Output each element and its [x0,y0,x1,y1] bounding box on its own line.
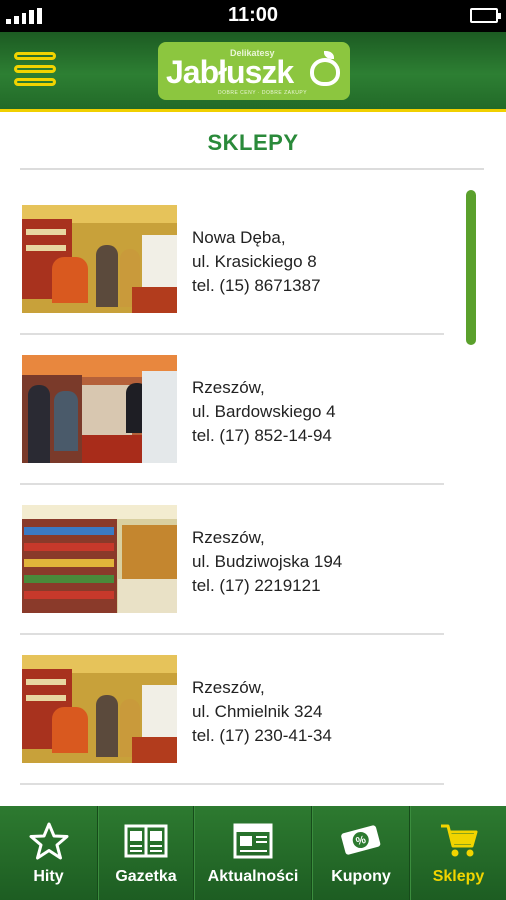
nav-label: Hity [33,868,64,885]
store-street: ul. Budziwojska 194 [192,552,343,571]
nav-item-kupony[interactable]: % Kupony [312,806,410,900]
nav-item-sklepy[interactable]: Sklepy [410,806,506,900]
store-info: Rzeszów, ul. Budziwojska 194 tel. (17) 2… [192,526,342,598]
store-photo [22,355,177,463]
store-info: Nowa Dęba, ul. Krasickiego 8 tel. (15) 8… [192,226,321,298]
store-city: Rzeszów, [192,378,265,397]
nav-label: Sklepy [432,868,485,885]
store-city: Rzeszów, [192,528,265,547]
status-time: 11:00 [227,4,279,26]
news-icon [195,820,311,862]
store-photo [22,205,177,313]
title-divider [20,168,484,170]
coupon-icon: % [313,820,409,862]
nav-label: Aktualności [207,868,299,885]
store-phone[interactable]: tel. (17) 852-14-94 [192,424,336,448]
store-item[interactable]: Rzeszów, ul. Bardowskiego 4 tel. (17) 85… [0,332,506,485]
store-street: ul. Bardowskiego 4 [192,402,336,421]
store-phone[interactable]: tel. (17) 2219121 [192,574,342,598]
app-header: Delikatesy Jabłuszk DOBRE CENY · DOBRE Z… [0,32,506,112]
logo-tagline: DOBRE CENY · DOBRE ZAKUPY [218,90,308,96]
store-city: Nowa Dęba, [192,228,286,247]
apple-icon [310,58,340,86]
store-info: Rzeszów, ul. Bardowskiego 4 tel. (17) 85… [192,376,336,448]
logo-brand-text: Jabłuszk [166,54,294,90]
nav-label: Gazetka [115,868,177,885]
status-bar: 11:00 [0,0,506,32]
store-photo [22,505,177,613]
store-phone[interactable]: tel. (15) 8671387 [192,274,321,298]
menu-icon [14,52,56,60]
store-item[interactable]: Rzeszów, ul. Chmielnik 324 tel. (17) 230… [0,632,506,785]
bottom-nav: Hity Gazetka Aktualności % Kupony Sklepy [0,806,506,900]
store-info: Rzeszów, ul. Chmielnik 324 tel. (17) 230… [192,676,332,748]
nav-label: Kupony [331,868,391,885]
brand-logo: Delikatesy Jabłuszk DOBRE CENY · DOBRE Z… [158,42,350,100]
star-icon [0,820,97,862]
nav-item-aktualnosci[interactable]: Aktualności [194,806,312,900]
store-city: Rzeszów, [192,678,265,697]
store-item[interactable]: Rzeszów, ul. Budziwojska 194 tel. (17) 2… [0,482,506,635]
store-item[interactable]: Nowa Dęba, ul. Krasickiego 8 tel. (15) 8… [0,182,506,335]
newspaper-icon [99,820,193,862]
store-street: ul. Krasickiego 8 [192,252,317,271]
store-street: ul. Chmielnik 324 [192,702,323,721]
nav-item-gazetka[interactable]: Gazetka [98,806,194,900]
store-list[interactable]: Nowa Dęba, ul. Krasickiego 8 tel. (15) 8… [0,182,506,804]
scrollbar[interactable] [466,190,476,345]
nav-item-hity[interactable]: Hity [0,806,98,900]
menu-button[interactable] [14,52,56,92]
cart-icon [411,820,506,862]
battery-icon [470,8,501,23]
page-title: SKLEPY [207,130,299,155]
store-phone[interactable]: tel. (17) 230-41-34 [192,724,332,748]
list-divider [20,783,444,785]
store-photo [22,655,177,763]
